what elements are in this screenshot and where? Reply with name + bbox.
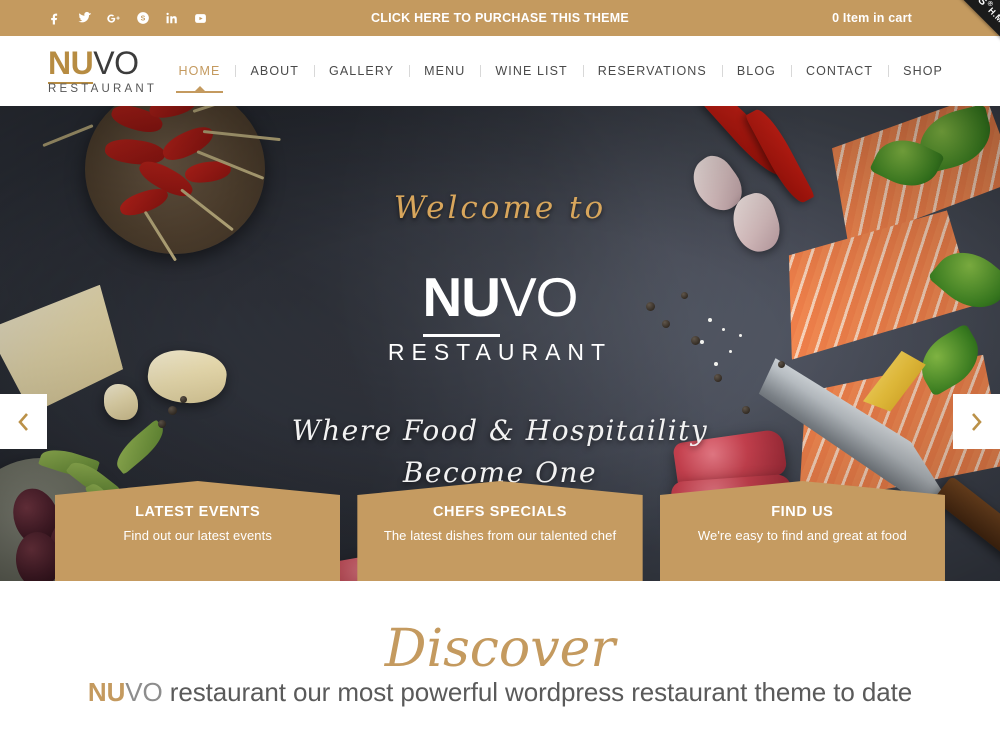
promo-subtitle: We're easy to find and great at food (697, 528, 907, 543)
nav-item-wine-list[interactable]: WINE LIST (480, 64, 582, 78)
promo-title: CHEFS SPECIALS (432, 504, 568, 520)
chevron-left-icon (18, 412, 28, 431)
logo-nu: NU (48, 44, 94, 84)
discover-nu: NU (87, 677, 126, 707)
slider-prev-button[interactable] (0, 394, 47, 449)
chevron-right-icon (972, 412, 982, 431)
hero-slider: Welcome to NUVO RESTAURANT Where Food & … (0, 106, 1000, 581)
hero-logo: NUVO RESTAURANT (387, 266, 613, 366)
discover-text: restaurant our most powerful wordpress r… (162, 677, 913, 707)
hero-logo-vo: VO (499, 266, 578, 328)
nav-label-home: HOME (178, 64, 221, 78)
nav-item-gallery[interactable]: GALLERY (314, 64, 409, 78)
promo-subtitle: Find out our latest events (123, 528, 272, 543)
nav-item-about[interactable]: ABOUT (235, 64, 314, 78)
nav-item-contact[interactable]: CONTACT (791, 64, 888, 78)
slider-next-button[interactable] (953, 394, 1000, 449)
nav-item-shop[interactable]: SHOP (888, 64, 958, 78)
hero-logo-nu: NU (422, 266, 501, 337)
top-bar: S CLICK HERE TO PURCHASE THIS THEME 0 It… (0, 0, 1000, 62)
hero-tagline-line-1: Where Food & Hospitaility (291, 414, 709, 447)
discover-vo: VO (125, 677, 163, 707)
promo-latest-events[interactable]: LATEST EVENTS Find out our latest events (55, 481, 341, 581)
logo-vo: VO (93, 44, 139, 81)
promo-banner-row: LATEST EVENTS Find out our latest events… (0, 481, 1000, 581)
discover-script-heading: Discover (384, 619, 616, 679)
nav-item-reservations[interactable]: RESERVATIONS (583, 64, 722, 78)
nav-item-blog[interactable]: BLOG (722, 64, 791, 78)
promo-find-us[interactable]: FIND US We're easy to find and great at … (659, 481, 945, 581)
main-navigation: HOME ABOUT GALLERY MENU WINE LIST RESERV… (164, 64, 958, 93)
nav-item-home[interactable]: HOME (164, 64, 236, 93)
active-indicator (175, 86, 224, 93)
nav-item-menu[interactable]: MENU (409, 64, 480, 78)
promo-title: FIND US (771, 504, 834, 520)
site-header: NUVO RESTAURANT HOME ABOUT GALLERY MENU … (0, 36, 1000, 106)
hero-welcome-text: Welcome to (393, 190, 607, 226)
cart-status[interactable]: 0 Item in cart (832, 11, 912, 25)
discover-tagline: NUVO restaurant our most powerful wordpr… (88, 677, 912, 708)
promo-title: LATEST EVENTS (135, 504, 261, 520)
hero-logo-subtitle: RESTAURANT (387, 339, 613, 365)
logo-subtitle: RESTAURANT (48, 82, 158, 95)
site-logo[interactable]: NUVO RESTAURANT (48, 44, 158, 96)
hero-content: Welcome to NUVO RESTAURANT Where Food & … (0, 190, 1000, 494)
promo-subtitle: The latest dishes from our talented chef (383, 528, 617, 543)
discover-section: Discover NUVO restaurant our most powerf… (0, 581, 1000, 750)
promo-chefs-specials[interactable]: CHEFS SPECIALS The latest dishes from ou… (357, 481, 643, 581)
